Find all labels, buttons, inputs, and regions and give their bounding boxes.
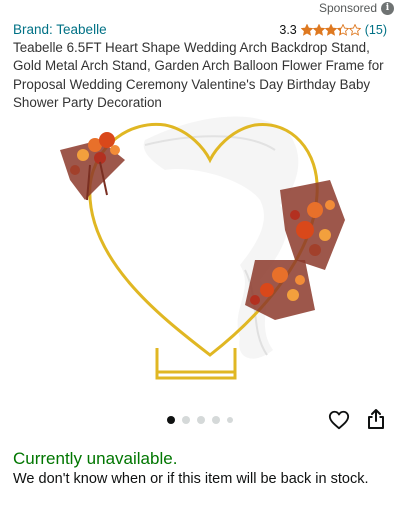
star-icon [300,23,313,36]
info-icon[interactable]: i [381,1,394,15]
rating-value: 3.3 [279,22,297,37]
fabric-drape [143,116,299,359]
product-title: Teabelle 6.5FT Heart Shape Wedding Arch … [13,40,384,110]
share-icon[interactable] [366,408,386,430]
rating-summary[interactable]: 3.3 (15) [279,23,387,37]
flower-cluster-left [60,132,125,201]
star-icon [312,23,325,36]
sponsored-label: Sponsored i [319,1,394,15]
carousel-dot[interactable] [182,416,190,424]
sponsored-text: Sponsored [318,1,377,15]
heart-icon[interactable] [328,409,350,431]
product-image[interactable] [45,110,355,395]
availability-status: Currently unavailable. [13,449,178,468]
star-icon [336,23,349,36]
carousel-dots[interactable] [167,416,233,424]
star-icon [324,23,337,36]
star-icon [348,23,361,36]
carousel-dot[interactable] [167,416,175,424]
availability-note: We don't know when or if this item will … [13,471,369,487]
brand-link[interactable]: Brand: Teabelle [13,22,107,37]
arch-base [155,348,237,380]
rating-count-link[interactable]: (15) [365,23,387,37]
carousel-dot[interactable] [197,416,205,424]
brand-rating-row: Brand: Teabelle 3.3 (15) [13,22,387,37]
carousel-dot[interactable] [212,416,220,424]
star-rating [300,23,361,36]
carousel-dot[interactable] [227,417,233,423]
